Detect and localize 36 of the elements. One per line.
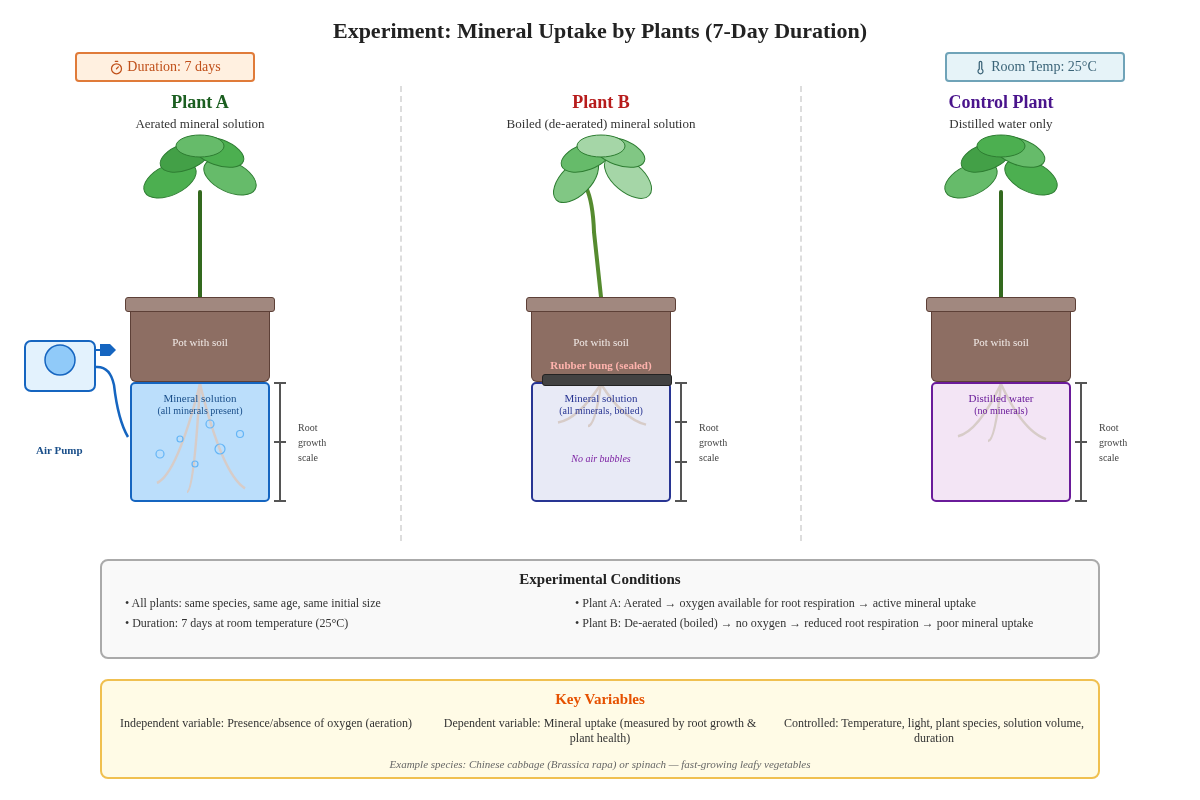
plant-subtitle: Distilled water only: [949, 116, 1053, 132]
air-pump-label: Air Pump: [36, 444, 83, 456]
bubbles-note: No air bubbles: [571, 453, 631, 464]
pot-label: Pot with soil: [172, 336, 228, 348]
condition-text: • All plants: same species, same age, same initial size: [125, 596, 382, 611]
pot-label: Pot with soil: [573, 336, 629, 348]
page-title: Experiment: Mineral Uptake by Plants (7-Day Duration): [332, 18, 868, 44]
panel-title: Key Variables: [555, 691, 645, 708]
solution-note: (all minerals, boiled): [559, 405, 643, 416]
stopwatch-icon: [109, 59, 125, 75]
pot-label: Pot with soil: [973, 336, 1029, 348]
plant-heading: Plant A: [171, 92, 229, 113]
scale-label: Root growth scale: [298, 420, 328, 465]
bubbles-icon: [155, 419, 245, 468]
plant-heading: Control Plant: [948, 92, 1054, 113]
scale-label: Root growth scale: [1099, 420, 1129, 465]
variable-text: Independent variable: Presence/absence of oxygen (aeration): [118, 716, 414, 732]
duration-badge: Duration: 7 days: [75, 52, 255, 82]
temperature-badge: Room Temp: 25°C: [945, 52, 1125, 82]
condition-text: • Plant B: De-aerated (boiled) → no oxygen → reduced root respiration → poor mineral uptake: [575, 616, 1035, 631]
variable-text: Controlled: Temperature, light, plant species, solution volume, duration: [782, 716, 1086, 746]
solution-label: Mineral solution: [564, 392, 638, 404]
condition-text: • Plant A: Aerated → oxygen available for root respiration → active mineral uptake: [575, 596, 978, 611]
plant-heading: Plant B: [572, 92, 630, 113]
solution-note: (all minerals present): [157, 405, 243, 416]
condition-text: • Duration: 7 days at room temperature (25°C): [125, 616, 350, 631]
plant-subtitle: Aerated mineral solution: [135, 116, 265, 132]
panel-title: Experimental Conditions: [519, 571, 681, 588]
variable-text: Dependent variable: Mineral uptake (measured by root growth & plant health): [442, 716, 758, 746]
plant-subtitle: Boiled (de-aerated) mineral solution: [506, 116, 696, 132]
bung-label: Rubber bung (sealed): [550, 359, 652, 371]
scale-label: Root growth scale: [699, 420, 729, 465]
solution-note: (no minerals): [974, 405, 1028, 416]
solution-label: Mineral solution: [163, 392, 237, 404]
solution-label: Distilled water: [968, 392, 1034, 404]
species-note: Example species: Chinese cabbage (Brassica rapa) or spinach — fast-growing leafy vegetables: [389, 758, 811, 770]
